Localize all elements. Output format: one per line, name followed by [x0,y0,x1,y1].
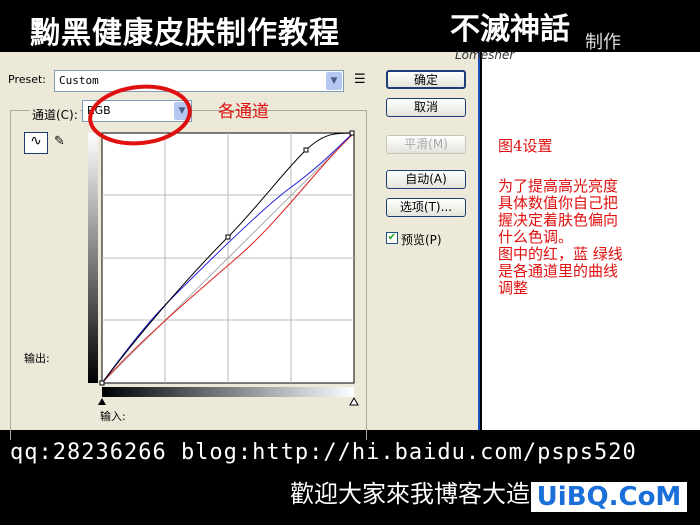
logo-sub: Lomesher [455,48,515,62]
annotation-body: 为了提高高光亮度 具体数值你自己把 握决定着肤色偏向 什么色调。 图中的红，蓝 … [498,178,623,297]
annotation-line: 是各通道里的曲线 [498,262,619,280]
watermark: UiBQ.CoM [531,482,687,512]
curve-point [225,234,231,240]
annotation-line: 握决定着肤色偏向 [498,211,619,229]
curve-point [349,130,355,136]
annotation-line: 具体数值你自己把 [498,194,619,212]
white-slider-icon [349,396,359,406]
black-slider-icon [98,398,106,405]
curve-point [303,147,309,153]
annotation-line: 什么色调。 [498,228,574,246]
logo-suffix: 制作 [585,32,621,53]
curve-point [99,380,105,386]
input-gradient-bar [102,387,354,397]
annotation-line: 调整 [498,279,529,297]
contact-info: qq:28236266 blog:http://hi.baidu.com/psp… [10,440,637,465]
annotation-title: 图4设置 [498,137,553,155]
annotation-line: 为了提高高光亮度 [498,177,619,195]
output-gradient-bar [88,133,98,383]
channel-note: 各通道 [218,102,269,122]
curves-graph[interactable] [0,0,480,430]
annotation-panel: 图4设置 为了提高高光亮度 具体数值你自己把 握决定着肤色偏向 什么色调。 图中… [482,52,700,430]
annotation-line: 图中的红，蓝 绿线 [498,245,623,263]
